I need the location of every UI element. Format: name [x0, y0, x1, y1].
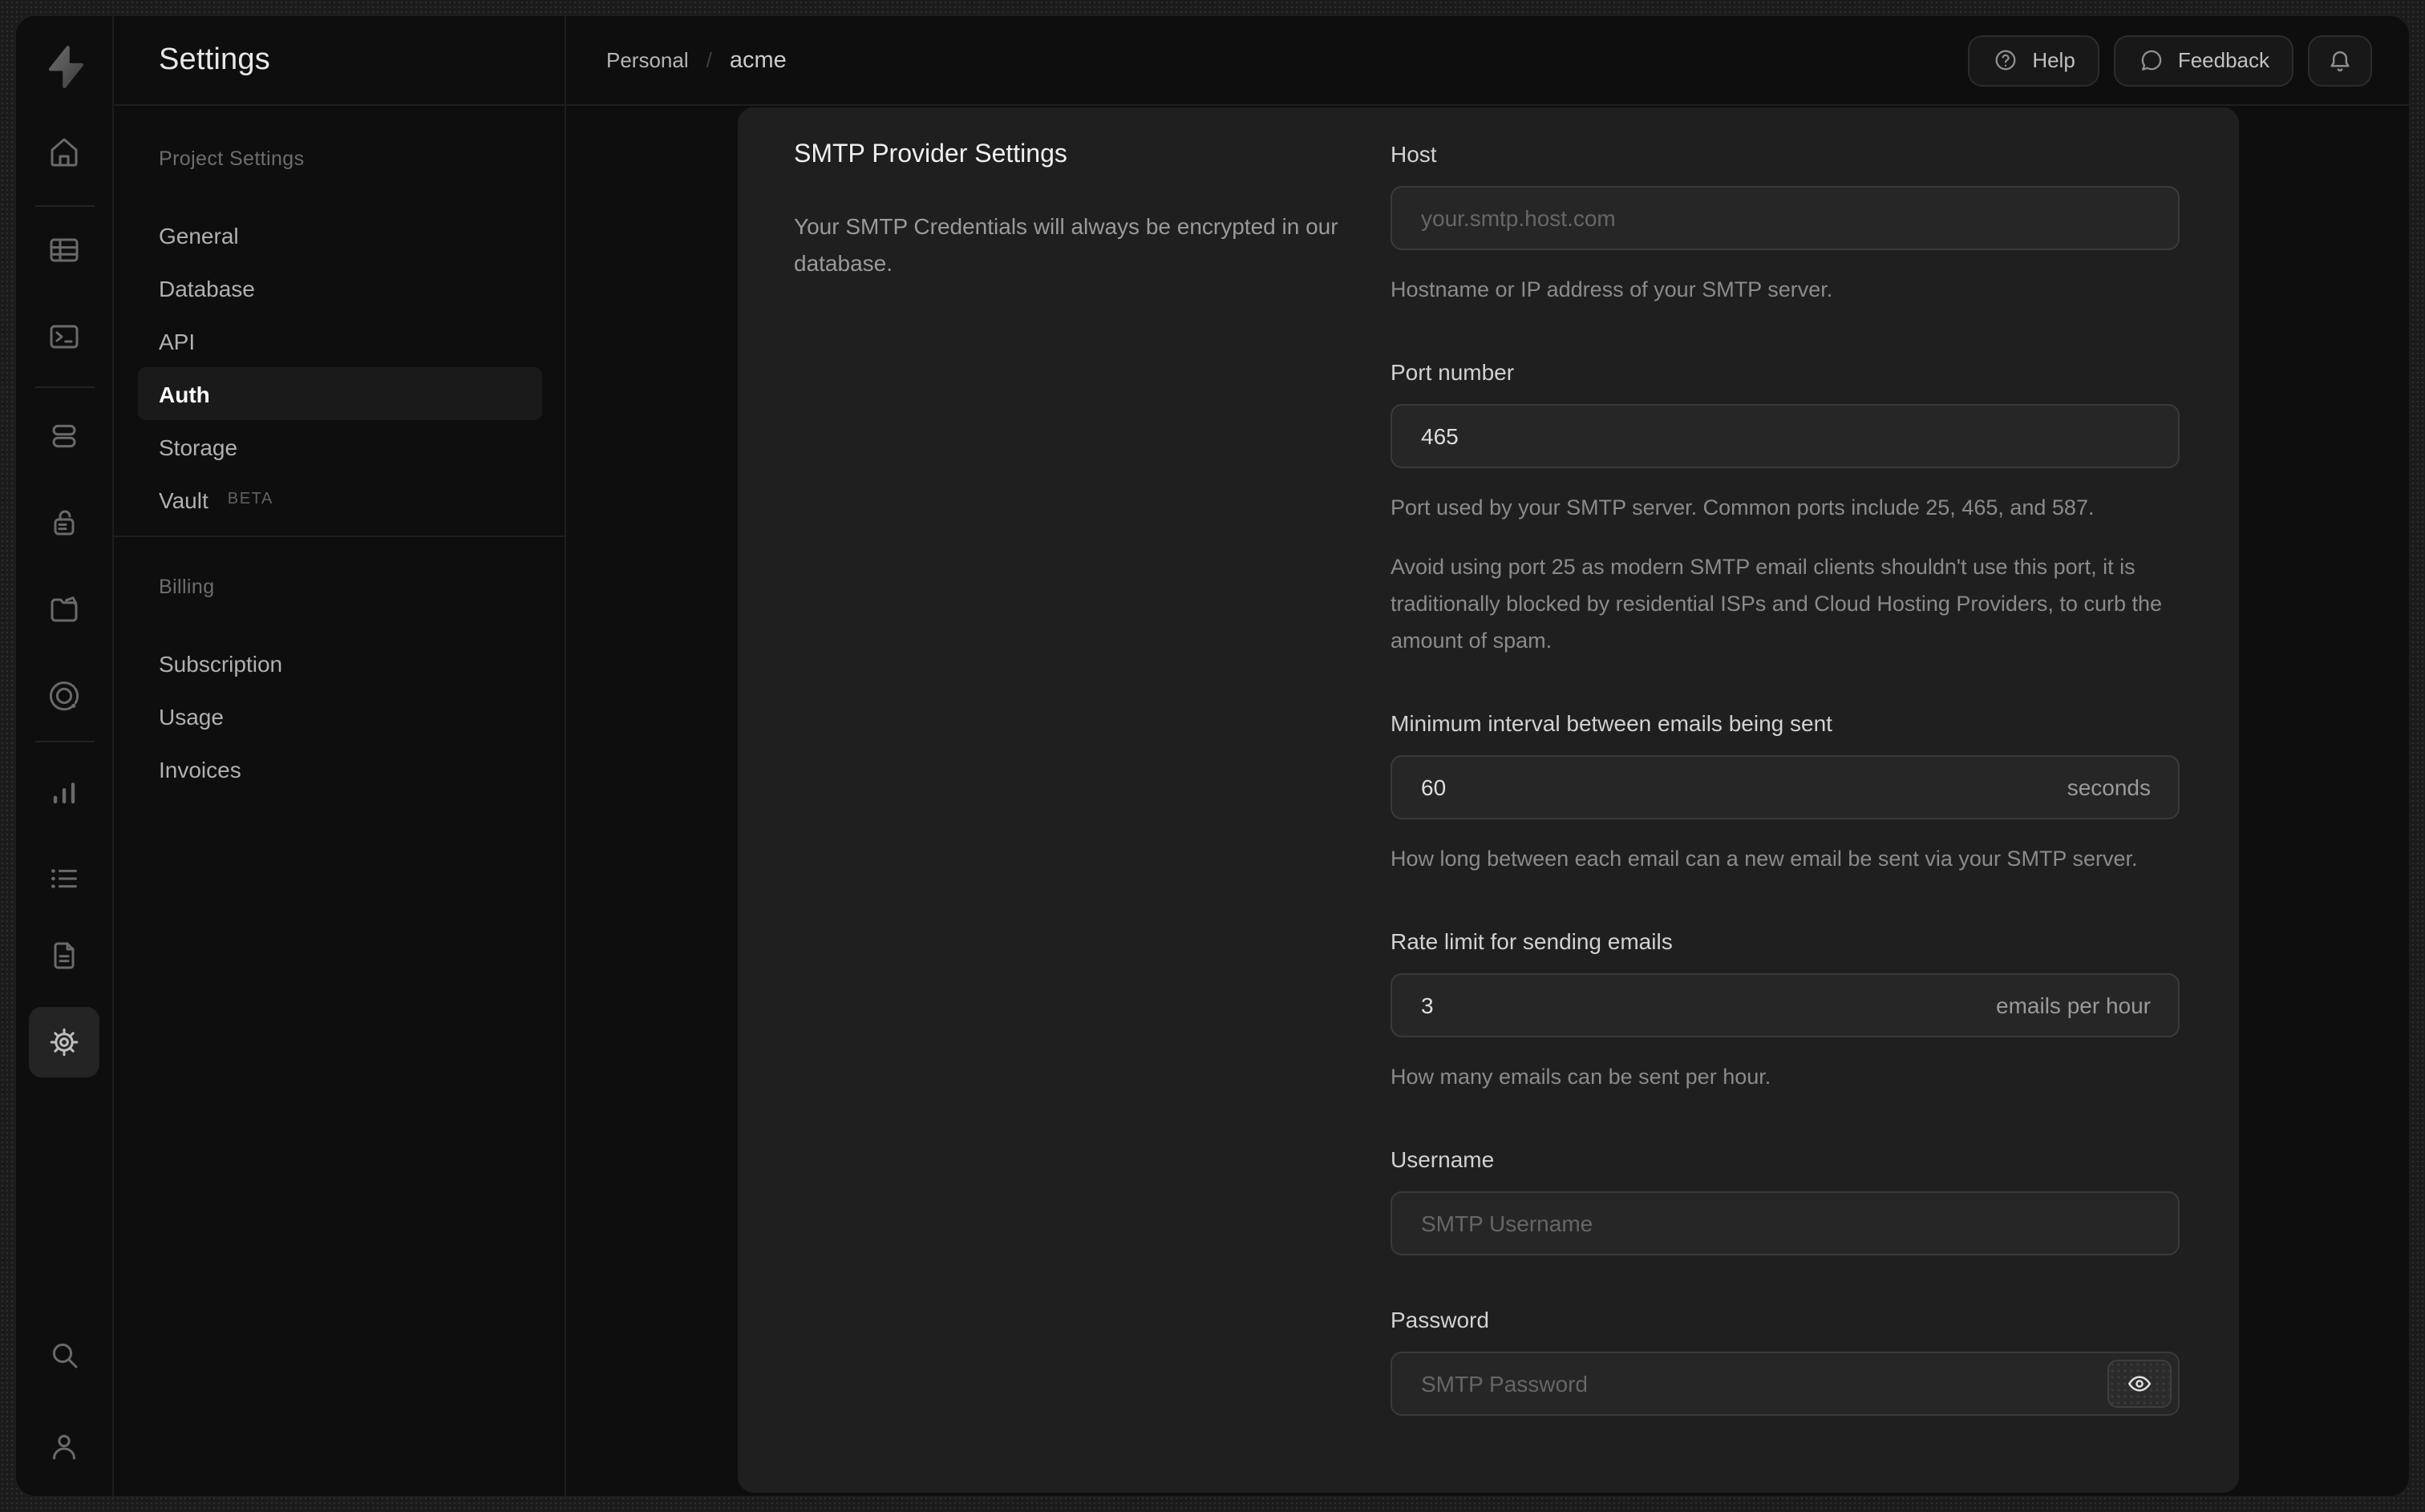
- nav-item-vault[interactable]: Vault BETA: [114, 473, 565, 526]
- database-icon: [52, 424, 76, 448]
- port-label: Port number: [1391, 359, 1515, 385]
- beta-badge: BETA: [227, 491, 273, 508]
- main-area: Personal / acme Help Feedback SMTP Provi…: [566, 16, 2409, 1496]
- nav-item-api[interactable]: API: [114, 314, 565, 367]
- bell-icon: [2330, 51, 2350, 71]
- panel-description: Your SMTP Credentials will always be enc…: [794, 213, 1338, 276]
- rail-item-docs[interactable]: [32, 924, 96, 988]
- help-circle-icon: [1995, 50, 2016, 71]
- nav-item-auth[interactable]: Auth: [138, 367, 542, 420]
- rail-item-reports[interactable]: [32, 760, 96, 824]
- user-icon: [53, 1434, 75, 1460]
- nav-title: Settings: [159, 42, 270, 76]
- host-help: Hostname or IP address of your SMTP serv…: [1391, 277, 1833, 301]
- rail-item-logs[interactable]: [32, 847, 96, 911]
- table-icon: [50, 238, 79, 262]
- field-host: Host Hostname or IP address of your SMTP…: [1391, 139, 2180, 308]
- nav-divider: [114, 536, 565, 537]
- file-icon: [54, 942, 75, 969]
- nav-item-storage[interactable]: Storage: [114, 420, 565, 473]
- username-input[interactable]: [1391, 1191, 2180, 1255]
- username-label: Username: [1391, 1146, 1495, 1172]
- host-input[interactable]: [1391, 186, 2180, 250]
- reveal-password-button[interactable]: [2107, 1360, 2172, 1408]
- help-button[interactable]: Help: [1968, 34, 2099, 86]
- min-interval-input[interactable]: [1391, 755, 2180, 819]
- rate-limit-input[interactable]: [1391, 973, 2180, 1037]
- port-help-2: Avoid using port 25 as modern SMTP email…: [1391, 555, 2163, 653]
- rail-item-search[interactable]: [32, 1323, 96, 1387]
- field-min-interval: Minimum interval between emails being se…: [1391, 709, 2180, 877]
- speech-bubble-icon: [2141, 50, 2162, 71]
- breadcrumb: Personal / acme: [606, 47, 787, 73]
- rail-divider: [35, 741, 95, 742]
- rail-divider: [35, 386, 95, 388]
- home-icon: [51, 138, 78, 167]
- nav-item-database[interactable]: Database: [114, 261, 565, 314]
- eye-icon: [2128, 1376, 2151, 1392]
- nav-section-billing: Billing: [159, 576, 215, 598]
- nav-header: Settings: [114, 16, 565, 106]
- port-help-1: Port used by your SMTP server. Common po…: [1391, 495, 2095, 519]
- supabase-logo-icon[interactable]: [37, 40, 91, 95]
- rail-divider: [35, 205, 95, 207]
- rail-item-database[interactable]: [32, 404, 96, 468]
- breadcrumb-org[interactable]: Personal: [606, 48, 689, 72]
- host-label: Host: [1391, 141, 1437, 167]
- orbit-icon: [49, 681, 79, 711]
- field-port: Port number Port used by your SMTP serve…: [1391, 358, 2180, 659]
- list-icon: [51, 869, 77, 888]
- field-rate-limit: Rate limit for sending emails emails per…: [1391, 927, 2180, 1095]
- folder-icon: [51, 596, 78, 622]
- smtp-settings-form: Host Hostname or IP address of your SMTP…: [1391, 136, 2180, 1493]
- content-area: SMTP Provider Settings Your SMTP Credent…: [566, 106, 2409, 1496]
- lock-icon: [54, 510, 75, 536]
- rail-item-auth[interactable]: [32, 491, 96, 555]
- rail-item-home[interactable]: [32, 120, 96, 184]
- password-input[interactable]: [1391, 1352, 2180, 1416]
- rail-item-settings[interactable]: [29, 1007, 99, 1077]
- gear-icon: [50, 1028, 79, 1057]
- rail-item-storage[interactable]: [32, 577, 96, 641]
- nav-item-general[interactable]: General: [114, 208, 565, 261]
- password-label: Password: [1391, 1307, 1489, 1332]
- port-input[interactable]: [1391, 404, 2180, 468]
- breadcrumb-project[interactable]: acme: [730, 47, 787, 73]
- settings-nav: Settings Project Settings General Databa…: [114, 16, 566, 1496]
- nav-item-subscription[interactable]: Subscription: [114, 637, 565, 689]
- rail-item-user[interactable]: [32, 1414, 96, 1478]
- feedback-button[interactable]: Feedback: [2113, 34, 2293, 86]
- rail-item-edge-functions[interactable]: [32, 664, 96, 728]
- nav-body: Project Settings General Database API Au…: [114, 106, 565, 795]
- bolt-icon: [48, 46, 84, 89]
- smtp-settings-intro: SMTP Provider Settings Your SMTP Credent…: [794, 136, 1391, 1493]
- icon-rail: [16, 16, 114, 1496]
- stage: Settings Project Settings General Databa…: [0, 0, 2425, 1512]
- notifications-button[interactable]: [2308, 34, 2372, 86]
- rate-limit-help: How many emails can be sent per hour.: [1391, 1065, 1771, 1089]
- field-username: Username: [1391, 1145, 2180, 1255]
- topbar-actions: Help Feedback: [1968, 34, 2372, 86]
- nav-item-invoices[interactable]: Invoices: [114, 742, 565, 795]
- rail-item-table-editor[interactable]: [32, 218, 96, 282]
- nav-section-project-settings: Project Settings: [159, 148, 305, 170]
- search-icon: [52, 1343, 78, 1368]
- terminal-icon: [50, 325, 79, 349]
- smtp-settings-card: SMTP Provider Settings Your SMTP Credent…: [738, 107, 2239, 1493]
- rail-item-sql-editor[interactable]: [32, 305, 96, 369]
- rate-limit-label: Rate limit for sending emails: [1391, 928, 1673, 954]
- app-frame: Settings Project Settings General Databa…: [16, 16, 2409, 1496]
- field-password: Password: [1391, 1305, 2180, 1416]
- breadcrumb-separator: /: [706, 48, 712, 72]
- bar-chart-icon: [53, 782, 75, 804]
- topbar: Personal / acme Help Feedback: [566, 16, 2409, 106]
- nav-item-usage[interactable]: Usage: [114, 689, 565, 742]
- min-interval-label: Minimum interval between emails being se…: [1391, 710, 1832, 736]
- min-interval-help: How long between each email can a new em…: [1391, 847, 2138, 871]
- panel-title: SMTP Provider Settings: [794, 141, 1067, 168]
